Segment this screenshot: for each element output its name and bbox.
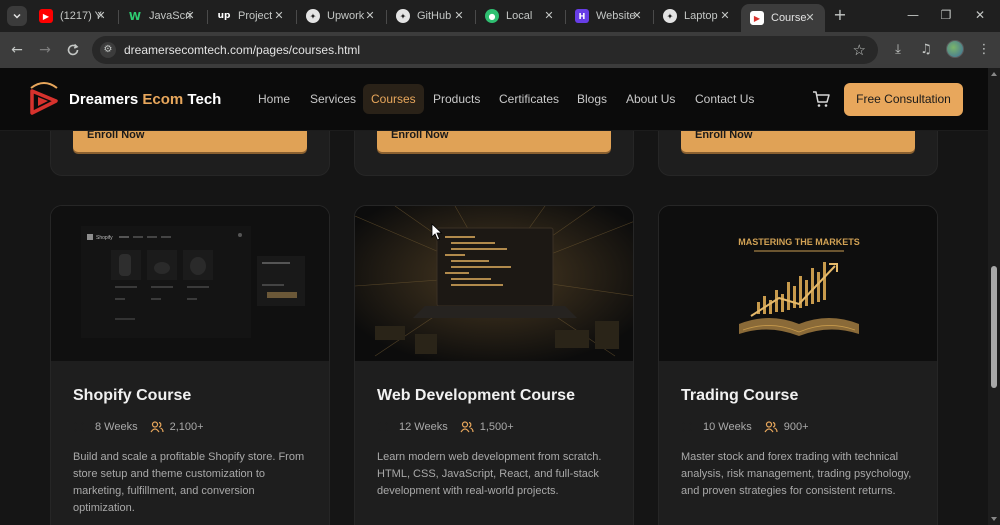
trading-headline-text: MASTERING THE MARKETS [738, 237, 860, 247]
course-card-shopify[interactable]: Shopify Shopify Course 8 Weeks 2,100+ Bu… [50, 205, 330, 525]
course-students: 2,100+ [169, 421, 204, 433]
restore-button[interactable]: ❐ [938, 7, 954, 23]
browser-tab-courses[interactable]: ▶ Courses ✕ [741, 4, 825, 32]
users-icon [150, 421, 164, 433]
browser-tab-upwork[interactable]: ✦ Upwork ✕ [297, 4, 385, 28]
nav-services[interactable]: Services [310, 92, 356, 106]
back-button[interactable]: ← [8, 41, 26, 59]
close-icon[interactable]: ✕ [272, 9, 286, 23]
users-icon [764, 421, 778, 433]
menu-icon[interactable]: ⋮ [975, 41, 993, 59]
tab-title: Courses [771, 12, 807, 24]
close-icon[interactable]: ✕ [363, 9, 377, 23]
browser-tab-website[interactable]: H Website ✕ [566, 4, 652, 28]
site-header: Dreamers Ecom Tech Home Services Courses… [0, 68, 988, 131]
nav-blogs[interactable]: Blogs [577, 92, 607, 106]
profile-avatar[interactable] [946, 40, 964, 58]
close-icon[interactable]: ✕ [452, 9, 466, 23]
scrollbar-thumb[interactable] [991, 266, 997, 388]
course-students: 900+ [783, 421, 809, 433]
page-scrollbar[interactable] [988, 68, 1000, 525]
minimize-button[interactable]: — [905, 7, 921, 23]
course-meta: 12 Weeks 1,500+ [377, 419, 514, 435]
w-icon: W [128, 9, 142, 23]
shopify-brand-text: Shopify [96, 235, 113, 241]
reload-button[interactable] [64, 41, 82, 59]
course-description: Master stock and forex trading with tech… [681, 451, 912, 497]
course-students: 1,500+ [479, 421, 514, 433]
brand-word: Dreamers [69, 91, 139, 108]
shopify-course-thumbnail: Shopify [51, 206, 329, 361]
chatgpt-icon: ✦ [663, 9, 677, 23]
hostinger-icon: H [575, 9, 589, 23]
bookmark-star-icon[interactable]: ☆ [853, 41, 866, 59]
course-duration: 12 Weeks [399, 421, 448, 433]
nav-about-us[interactable]: About Us [626, 92, 675, 106]
brand-name[interactable]: Dreamers Ecom Tech [69, 91, 221, 108]
browser-tab-project[interactable]: up Project ✕ [208, 4, 294, 28]
browser-toolbar: ← → ⚙ dreamersecomtech.com/pages/courses… [0, 32, 1000, 68]
scroll-up-arrow-icon[interactable] [991, 72, 997, 76]
tab-search-button[interactable] [7, 6, 27, 26]
brand-logo-icon[interactable] [27, 80, 61, 118]
trading-course-thumbnail: MASTERING THE MARKETS [659, 206, 937, 361]
browser-tab-local[interactable]: ● Local ✕ [476, 4, 564, 28]
course-title: Web Development Course [377, 387, 575, 404]
close-icon[interactable]: ✕ [803, 11, 817, 25]
close-icon[interactable]: ✕ [94, 9, 108, 23]
local-icon: ● [485, 9, 499, 23]
new-tab-button[interactable]: + [832, 7, 848, 23]
download-icon[interactable]: ⤓ [889, 41, 907, 59]
nav-home[interactable]: Home [258, 92, 290, 106]
mouse-cursor-icon [431, 223, 443, 241]
browser-tab-youtube[interactable]: ▶ (1217) YouTube ✕ [30, 4, 116, 28]
site-info-icon[interactable]: ⚙ [100, 42, 116, 58]
course-title: Shopify Course [73, 387, 192, 404]
clock-icon [681, 421, 693, 433]
close-icon[interactable]: ✕ [183, 9, 197, 23]
course-meta: 8 Weeks 2,100+ [73, 419, 204, 435]
browser-tab-laptop[interactable]: ✦ Laptop ✕ [654, 4, 740, 28]
brand-word: Tech [187, 91, 222, 108]
course-meta: 10 Weeks 900+ [681, 419, 809, 435]
close-icon[interactable]: ✕ [542, 9, 556, 23]
url-text[interactable]: dreamersecomtech.com/pages/courses.html [124, 43, 360, 57]
nav-contact-us[interactable]: Contact Us [695, 92, 754, 106]
brand-accent-word: Ecom [142, 91, 184, 108]
scroll-down-arrow-icon[interactable] [991, 517, 997, 521]
chevron-down-icon [13, 13, 21, 19]
chatgpt-icon: ✦ [306, 9, 320, 23]
clock-icon [377, 421, 389, 433]
clock-icon [73, 421, 85, 433]
browser-tab-javascript[interactable]: W JavaScript ✕ [119, 4, 205, 28]
window-close-button[interactable]: ✕ [972, 7, 988, 23]
nav-products[interactable]: Products [433, 92, 480, 106]
browser-tab-bar: ▶ (1217) YouTube ✕ W JavaScript ✕ up Pro… [0, 0, 1000, 32]
nav-certificates[interactable]: Certificates [499, 92, 559, 106]
site-icon: ▶ [750, 11, 764, 25]
browser-tab-github[interactable]: ✦ GitHub ✕ [387, 4, 474, 28]
cart-icon[interactable] [812, 90, 830, 108]
course-description: Learn modern web development from scratc… [377, 451, 602, 497]
youtube-icon: ▶ [39, 9, 53, 23]
users-icon [460, 421, 474, 433]
chatgpt-icon: ✦ [396, 9, 410, 23]
course-description: Build and scale a profitable Shopify sto… [73, 451, 305, 514]
free-consultation-button[interactable]: Free Consultation [844, 83, 963, 116]
course-title: Trading Course [681, 387, 799, 404]
media-controls-icon[interactable]: ♫ [917, 41, 935, 59]
close-icon[interactable]: ✕ [718, 9, 732, 23]
upwork-icon: up [217, 11, 231, 21]
forward-button[interactable]: → [36, 41, 54, 59]
course-card-web-development[interactable]: Web Development Course 12 Weeks 1,500+ L… [354, 205, 634, 525]
page-viewport: Enroll Now Enroll Now Enroll Now Dreamer… [0, 68, 1000, 525]
web-development-course-thumbnail [355, 206, 633, 361]
reload-icon [67, 43, 79, 56]
course-duration: 8 Weeks [95, 421, 138, 433]
course-duration: 10 Weeks [703, 421, 752, 433]
address-bar[interactable]: ⚙ dreamersecomtech.com/pages/courses.htm… [92, 36, 878, 64]
close-icon[interactable]: ✕ [630, 9, 644, 23]
nav-courses[interactable]: Courses [363, 84, 424, 114]
course-card-trading[interactable]: MASTERING THE MARKETS Trading Course 10 … [658, 205, 938, 525]
